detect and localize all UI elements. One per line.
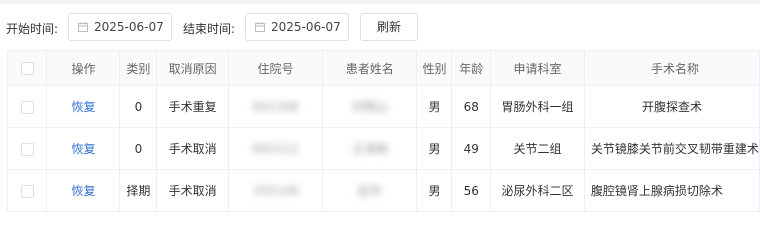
table-row: 恢复 0 手术重复 691398 刘明山 男 68 胃肠外科一组 开腹探查术	[6, 85, 760, 128]
select-all-checkbox[interactable]	[20, 62, 34, 75]
category-cell: 择期	[119, 169, 158, 212]
start-time-label: 开始时间:	[6, 22, 59, 36]
gender-cell: 男	[416, 85, 453, 128]
reason-cell: 手术取消	[156, 169, 229, 212]
col-header-action: 操作	[46, 50, 121, 86]
reason-cell: 手术重复	[156, 85, 229, 128]
age-cell: 56	[451, 169, 492, 212]
cancelled-surgery-table: 操作 类别 取消原因 住院号 患者姓名 性别 年龄 申请科室 手术名称 恢复 0…	[6, 50, 760, 212]
dept-cell: 泌尿外科二区	[490, 169, 585, 212]
col-header-patient-name: 患者姓名	[322, 50, 418, 86]
table-header-row: 操作 类别 取消原因 住院号 患者姓名 性别 年龄 申请科室 手术名称	[6, 50, 760, 86]
admission-no-cell: 691512	[227, 127, 324, 170]
patient-name-value: 赵华	[357, 184, 382, 198]
row-checkbox[interactable]	[20, 142, 34, 156]
patient-name-cell: 王淑梅	[322, 127, 418, 170]
table-row: 恢复 0 手术取消 691512 王淑梅 男 49 关节二组 关节镜膝关节前交叉…	[6, 127, 760, 170]
end-date-value: 2025-06-07	[271, 20, 341, 34]
end-date-input[interactable]: 2025-06-07	[245, 13, 349, 41]
gender-cell: 男	[416, 127, 453, 170]
row-select-cell[interactable]	[6, 169, 48, 212]
patient-name-cell: 赵华	[322, 169, 418, 212]
dept-cell: 关节二组	[490, 127, 585, 170]
age-cell: 68	[451, 85, 492, 128]
col-header-admission-no: 住院号	[227, 50, 324, 86]
age-cell: 49	[451, 127, 492, 170]
surgery-cell: 腹腔镜肾上腺病损切除术	[583, 169, 760, 212]
col-header-gender: 性别	[416, 50, 453, 86]
dept-cell: 胃肠外科一组	[490, 85, 585, 128]
admission-no-value: 691512	[252, 141, 299, 156]
start-date-input[interactable]: 2025-06-07	[68, 13, 172, 41]
restore-link[interactable]: 恢复	[46, 169, 121, 212]
calendar-icon	[78, 22, 88, 32]
col-header-category: 类别	[119, 50, 158, 86]
category-cell: 0	[119, 127, 158, 170]
gender-cell: 男	[416, 169, 453, 212]
admission-no-value: 355106	[252, 183, 299, 198]
patient-name-cell: 刘明山	[322, 85, 418, 128]
table-row: 恢复 择期 手术取消 355106 赵华 男 56 泌尿外科二区 腹腔镜肾上腺病…	[6, 169, 760, 212]
filter-bar: 开始时间: 2025-06-07 结束时间: 2025-06-07 刷新	[0, 13, 760, 43]
restore-link[interactable]: 恢复	[46, 85, 121, 128]
col-header-surgery: 手术名称	[583, 50, 760, 86]
row-select-cell[interactable]	[6, 85, 48, 128]
col-header-age: 年龄	[451, 50, 492, 86]
col-header-reason: 取消原因	[156, 50, 229, 86]
top-strip	[0, 0, 760, 4]
patient-name-value: 王淑梅	[351, 142, 388, 156]
admission-no-value: 691398	[252, 99, 299, 114]
admission-no-cell: 691398	[227, 85, 324, 128]
start-date-value: 2025-06-07	[94, 20, 164, 34]
calendar-icon	[255, 22, 265, 32]
row-checkbox[interactable]	[20, 184, 34, 198]
restore-link[interactable]: 恢复	[46, 127, 121, 170]
refresh-button[interactable]: 刷新	[360, 13, 418, 41]
admission-no-cell: 355106	[227, 169, 324, 212]
end-time-label: 结束时间:	[183, 22, 236, 36]
surgery-cell: 关节镜膝关节前交叉韧带重建术	[583, 127, 760, 170]
col-header-dept: 申请科室	[490, 50, 585, 86]
row-select-cell[interactable]	[6, 127, 48, 170]
category-cell: 0	[119, 85, 158, 128]
reason-cell: 手术取消	[156, 127, 229, 170]
row-checkbox[interactable]	[20, 100, 34, 114]
select-all-cell[interactable]	[6, 50, 48, 86]
surgery-cell: 开腹探查术	[583, 85, 760, 128]
patient-name-value: 刘明山	[351, 100, 388, 114]
